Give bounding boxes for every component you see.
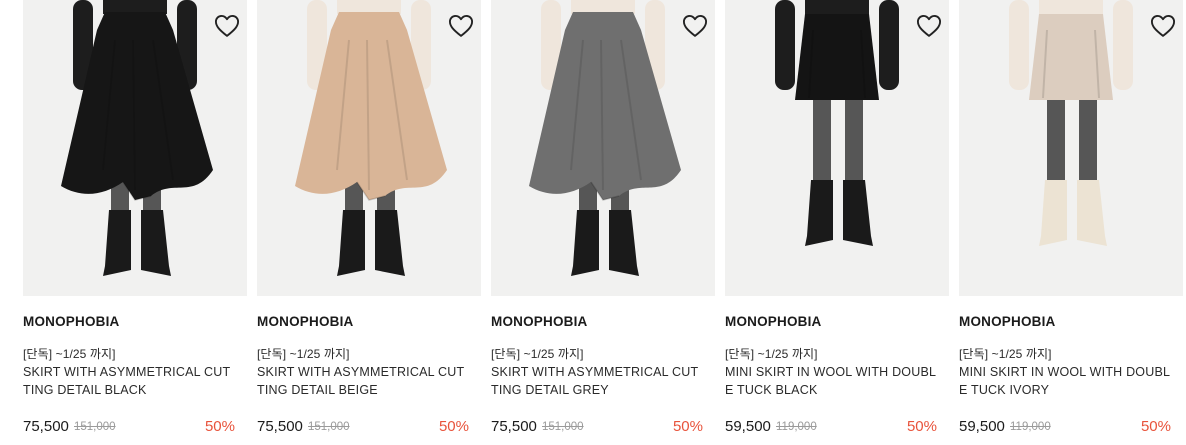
sale-price: 59,500 [725,418,771,435]
product-brand[interactable]: MONOPHOBIA [257,314,354,329]
sale-price: 75,500 [23,418,69,435]
product-card[interactable]: MONOPHOBIA [단독] ~1/25 까지] SKIRT WITH ASY… [257,0,481,445]
heart-outline-icon[interactable] [915,12,943,40]
price-row: 75,500 151,000 50% [257,418,469,440]
price-row: 75,500 151,000 50% [23,418,235,440]
heart-outline-icon[interactable] [1149,12,1177,40]
product-card[interactable]: MONOPHOBIA [단독] ~1/25 까지] MINI SKIRT IN … [959,0,1183,445]
discount-rate: 50% [438,418,469,435]
product-title[interactable]: SKIRT WITH ASYMMETRICAL CUTTING DETAIL B… [23,363,235,399]
original-price: 151,000 [542,421,584,433]
sale-price: 75,500 [257,418,303,435]
original-price: 151,000 [74,421,116,433]
sale-price: 59,500 [959,418,1005,435]
product-title[interactable]: SKIRT WITH ASYMMETRICAL CUTTING DETAIL G… [491,363,703,399]
product-card[interactable]: MONOPHOBIA [단독] ~1/25 까지] MINI SKIRT IN … [725,0,949,445]
original-price: 119,000 [1010,421,1051,433]
product-brand[interactable]: MONOPHOBIA [23,314,120,329]
price-row: 75,500 151,000 50% [491,418,703,440]
product-card[interactable]: MONOPHOBIA [단독] ~1/25 까지] SKIRT WITH ASY… [23,0,247,445]
product-image[interactable] [23,0,247,296]
heart-outline-icon[interactable] [447,12,475,40]
original-price: 151,000 [308,421,350,433]
discount-rate: 50% [906,418,937,435]
product-promo-tag: [단독] ~1/25 까지] [725,347,818,361]
product-brand[interactable]: MONOPHOBIA [959,314,1056,329]
product-promo-tag: [단독] ~1/25 까지] [491,347,584,361]
product-brand[interactable]: MONOPHOBIA [725,314,822,329]
price-row: 59,500 119,000 50% [959,418,1171,440]
product-promo-tag: [단독] ~1/25 까지] [959,347,1052,361]
product-grid: MONOPHOBIA [단독] ~1/25 까지] SKIRT WITH ASY… [0,0,1186,445]
product-image[interactable] [959,0,1183,296]
sale-price: 75,500 [491,418,537,435]
product-promo-tag: [단독] ~1/25 까지] [257,347,350,361]
product-image[interactable] [257,0,481,296]
original-price: 119,000 [776,421,817,433]
heart-outline-icon[interactable] [681,12,709,40]
product-title[interactable]: MINI SKIRT IN WOOL WITH DOUBLE TUCK BLAC… [725,363,937,399]
product-promo-tag: [단독] ~1/25 까지] [23,347,116,361]
heart-outline-icon[interactable] [213,12,241,40]
product-brand[interactable]: MONOPHOBIA [491,314,588,329]
discount-rate: 50% [204,418,235,435]
product-title[interactable]: MINI SKIRT IN WOOL WITH DOUBLE TUCK IVOR… [959,363,1171,399]
product-card[interactable]: MONOPHOBIA [단독] ~1/25 까지] SKIRT WITH ASY… [491,0,715,445]
product-image[interactable] [491,0,715,296]
product-image[interactable] [725,0,949,296]
price-row: 59,500 119,000 50% [725,418,937,440]
product-title[interactable]: SKIRT WITH ASYMMETRICAL CUTTING DETAIL B… [257,363,469,399]
discount-rate: 50% [672,418,703,435]
discount-rate: 50% [1140,418,1171,435]
